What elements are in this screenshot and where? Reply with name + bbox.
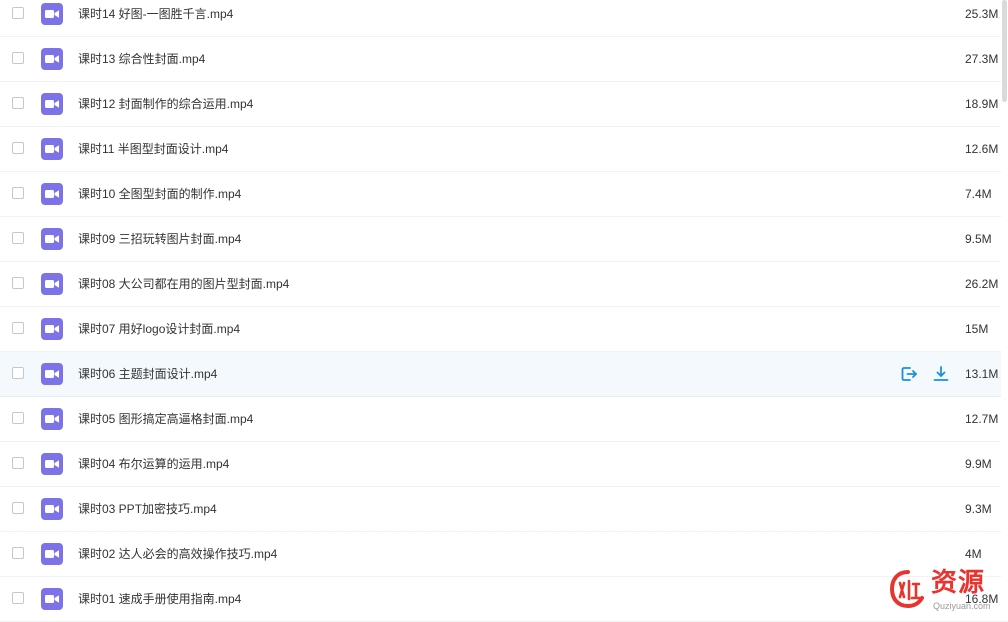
- video-file-icon: [41, 318, 63, 340]
- video-file-icon: [41, 3, 63, 25]
- row-checkbox[interactable]: [12, 232, 24, 244]
- video-file-icon: [41, 183, 63, 205]
- row-checkbox[interactable]: [12, 367, 24, 379]
- file-size: 12.6M: [965, 142, 999, 156]
- file-row[interactable]: 课时03 PPT加密技巧.mp4 9.3M: [0, 487, 1008, 532]
- file-size: 18.9M: [965, 97, 999, 111]
- file-row[interactable]: 课时05 图形搞定高逼格封面.mp4 12.7M: [0, 397, 1008, 442]
- file-row[interactable]: 课时14 好图-一图胜千言.mp4 25.3M: [0, 0, 1008, 37]
- file-row[interactable]: 课时01 速成手册使用指南.mp4 16.8M: [0, 577, 1008, 622]
- file-name[interactable]: 课时04 布尔运算的运用.mp4: [78, 457, 229, 471]
- file-size: 9.3M: [965, 502, 992, 516]
- file-row[interactable]: 课时12 封面制作的综合运用.mp4 18.9M: [0, 82, 1008, 127]
- file-name[interactable]: 课时02 达人必会的高效操作技巧.mp4: [78, 547, 277, 561]
- row-checkbox[interactable]: [12, 322, 24, 334]
- file-name[interactable]: 课时09 三招玩转图片封面.mp4: [78, 232, 241, 246]
- video-file-icon: [41, 408, 63, 430]
- file-row[interactable]: 课时09 三招玩转图片封面.mp4 9.5M: [0, 217, 1008, 262]
- file-size: 25.3M: [965, 7, 999, 21]
- file-row[interactable]: 课时04 布尔运算的运用.mp4 9.9M: [0, 442, 1008, 487]
- video-file-icon: [41, 273, 63, 295]
- watermark: 资源 Quziyuan.com: [889, 568, 1001, 614]
- file-name[interactable]: 课时08 大公司都在用的图片型封面.mp4: [78, 277, 289, 291]
- watermark-logo-icon: [889, 570, 924, 609]
- file-row-hovered[interactable]: 课时06 主题封面设计.mp4 13.1M: [0, 352, 1008, 397]
- row-checkbox[interactable]: [12, 502, 24, 514]
- file-size: 9.9M: [965, 457, 992, 471]
- row-checkbox[interactable]: [12, 97, 24, 109]
- file-row[interactable]: 课时07 用好logo设计封面.mp4 15M: [0, 307, 1008, 352]
- scrollbar-thumb[interactable]: [1002, 0, 1007, 102]
- row-checkbox[interactable]: [12, 277, 24, 289]
- file-name[interactable]: 课时10 全图型封面的制作.mp4: [78, 187, 241, 201]
- row-checkbox[interactable]: [12, 52, 24, 64]
- row-checkbox[interactable]: [12, 592, 24, 604]
- file-name[interactable]: 课时06 主题封面设计.mp4: [78, 367, 217, 381]
- video-file-icon: [41, 93, 63, 115]
- row-checkbox[interactable]: [12, 7, 24, 19]
- file-name[interactable]: 课时11 半图型封面设计.mp4: [78, 142, 228, 156]
- file-name[interactable]: 课时07 用好logo设计封面.mp4: [78, 322, 240, 336]
- file-name[interactable]: 课时05 图形搞定高逼格封面.mp4: [78, 412, 253, 426]
- file-row[interactable]: 课时10 全图型封面的制作.mp4 7.4M: [0, 172, 1008, 217]
- row-checkbox[interactable]: [12, 457, 24, 469]
- video-file-icon: [41, 453, 63, 475]
- file-list: 课时14 好图-一图胜千言.mp4 25.3M 课时13 综合性封面.mp4 2…: [0, 0, 1008, 622]
- scrollbar[interactable]: [1001, 0, 1008, 615]
- video-file-icon: [41, 138, 63, 160]
- file-name[interactable]: 课时12 封面制作的综合运用.mp4: [78, 97, 253, 111]
- file-name[interactable]: 课时01 速成手册使用指南.mp4: [78, 592, 241, 606]
- file-name[interactable]: 课时03 PPT加密技巧.mp4: [78, 502, 217, 516]
- row-checkbox[interactable]: [12, 412, 24, 424]
- file-size: 15M: [965, 322, 989, 336]
- file-name[interactable]: 课时14 好图-一图胜千言.mp4: [78, 7, 233, 21]
- file-size: 9.5M: [965, 232, 992, 246]
- watermark-subtitle: Quziyuan.com: [933, 601, 991, 611]
- file-row[interactable]: 课时11 半图型封面设计.mp4 12.6M: [0, 127, 1008, 172]
- watermark-title: 资源: [931, 568, 986, 598]
- row-checkbox[interactable]: [12, 142, 24, 154]
- share-icon[interactable]: [900, 365, 918, 383]
- download-icon[interactable]: [932, 365, 950, 383]
- file-row[interactable]: 课时08 大公司都在用的图片型封面.mp4 26.2M: [0, 262, 1008, 307]
- video-file-icon: [41, 228, 63, 250]
- file-size: 26.2M: [965, 277, 999, 291]
- file-size: 12.7M: [965, 412, 999, 426]
- file-size: 13.1M: [965, 367, 999, 381]
- row-checkbox[interactable]: [12, 187, 24, 199]
- file-name[interactable]: 课时13 综合性封面.mp4: [78, 52, 205, 66]
- video-file-icon: [41, 588, 63, 610]
- video-file-icon: [41, 363, 63, 385]
- file-row[interactable]: 课时13 综合性封面.mp4 27.3M: [0, 37, 1008, 82]
- row-checkbox[interactable]: [12, 547, 24, 559]
- file-size: 27.3M: [965, 52, 999, 66]
- file-size: 4M: [965, 547, 982, 561]
- video-file-icon: [41, 48, 63, 70]
- file-size: 7.4M: [965, 187, 992, 201]
- video-file-icon: [41, 543, 63, 565]
- file-row[interactable]: 课时02 达人必会的高效操作技巧.mp4 4M: [0, 532, 1008, 577]
- video-file-icon: [41, 498, 63, 520]
